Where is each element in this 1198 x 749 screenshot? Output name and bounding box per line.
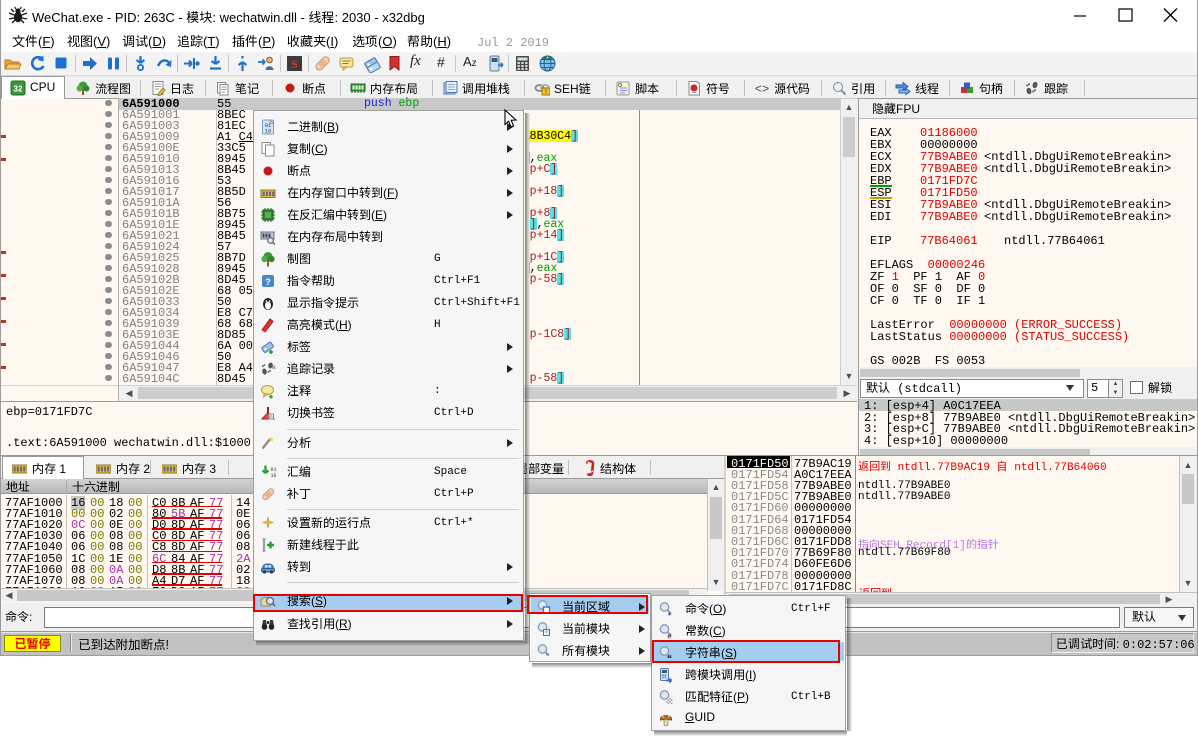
- svg-text:32: 32: [14, 85, 23, 94]
- svg-text:?: ?: [265, 277, 271, 287]
- svg-text:*: *: [546, 653, 549, 659]
- svg-text:10: 10: [265, 128, 272, 135]
- svg-text:#: #: [667, 632, 672, 640]
- svg-text:<>: <>: [755, 83, 769, 97]
- svg-text:S: S: [291, 57, 298, 71]
- svg-text:01: 01: [272, 365, 276, 371]
- svg-text:10: 10: [271, 473, 277, 479]
- svg-text:!: !: [545, 89, 547, 96]
